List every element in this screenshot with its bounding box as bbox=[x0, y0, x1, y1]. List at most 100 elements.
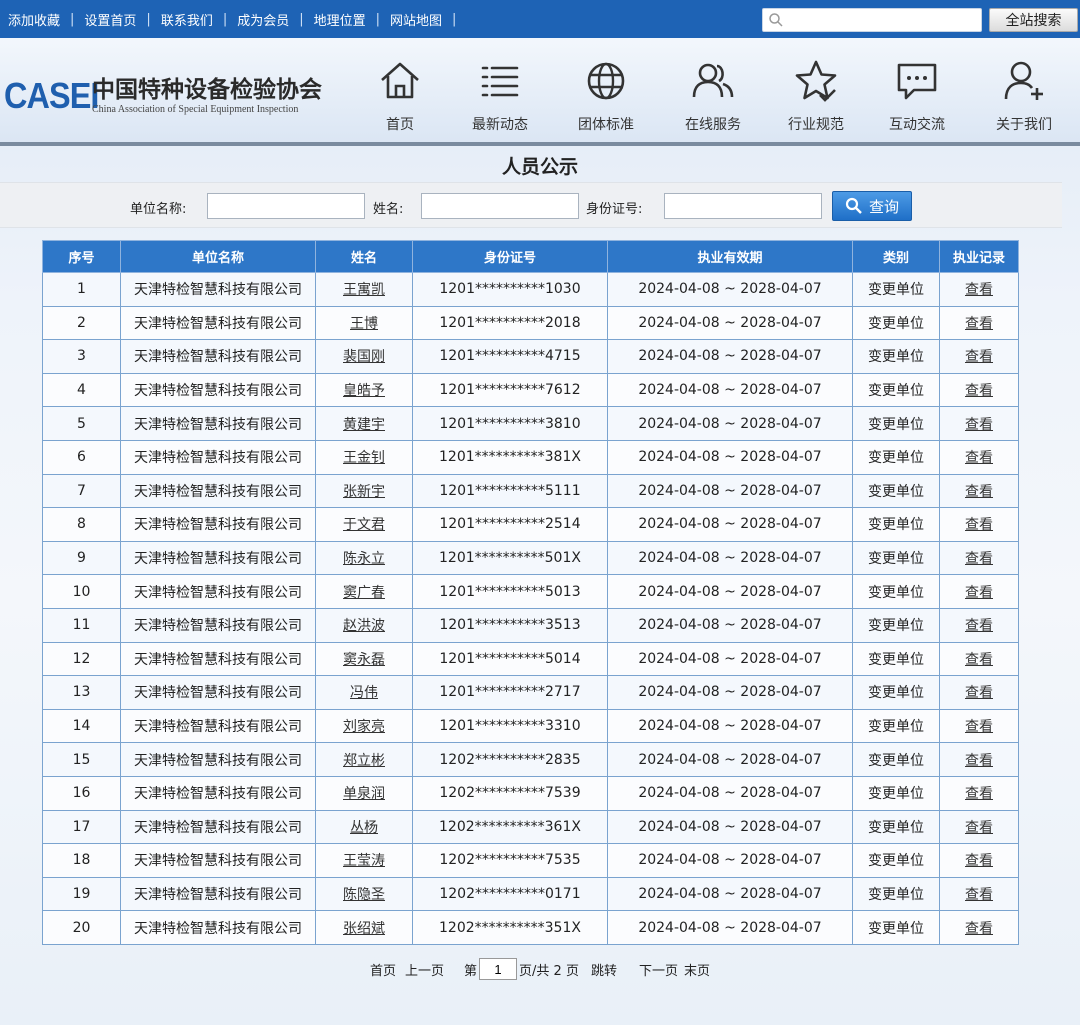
cell-id-number: 1201**********4715 bbox=[412, 339, 608, 374]
id-number-input[interactable] bbox=[664, 193, 822, 219]
cell-view-record: 查看 bbox=[939, 742, 1019, 777]
table-row: 8 天津特检智慧科技有限公司 于文君 1201**********2514 2024-0… bbox=[42, 507, 1019, 542]
cell-view-record-link[interactable]: 查看 bbox=[965, 921, 993, 937]
logo[interactable]: CASEI 中国特种设备检验协会 China Association of Sp… bbox=[4, 76, 322, 116]
cell-view-record-link[interactable]: 查看 bbox=[965, 685, 993, 701]
cell-name-link[interactable]: 裴国刚 bbox=[343, 349, 385, 365]
nav-item-industry-norms[interactable]: 行业规范 bbox=[766, 58, 866, 134]
cell-view-record-link[interactable]: 查看 bbox=[965, 316, 993, 332]
separator: | bbox=[70, 11, 75, 27]
cell-view-record-link[interactable]: 查看 bbox=[965, 719, 993, 735]
cell-view-record-link[interactable]: 查看 bbox=[965, 753, 993, 769]
cell-name-link[interactable]: 郑立彬 bbox=[343, 753, 385, 769]
cell-name-link[interactable]: 张绍斌 bbox=[343, 921, 385, 937]
cell-validity: 2024-04-08 ~ 2028-04-07 bbox=[607, 607, 853, 643]
header-no: 序号 bbox=[42, 240, 121, 273]
cell-id-number: 1201**********3513 bbox=[412, 607, 608, 643]
cell-view-record-link[interactable]: 查看 bbox=[965, 417, 993, 433]
cell-view-record-link[interactable]: 查看 bbox=[965, 820, 993, 836]
cell-view-record-link[interactable]: 查看 bbox=[965, 853, 993, 869]
cell-name: 陈永立 bbox=[315, 540, 413, 576]
cell-view-record: 查看 bbox=[939, 775, 1019, 811]
cell-id-number: 1202**********351X bbox=[412, 910, 608, 945]
cell-name-link[interactable]: 于文君 bbox=[343, 517, 385, 533]
cell-view-record-link[interactable]: 查看 bbox=[965, 551, 993, 567]
cell-validity: 2024-04-08 ~ 2028-04-07 bbox=[607, 439, 853, 475]
cell-name: 窦广春 bbox=[315, 574, 413, 609]
site-search-input[interactable] bbox=[787, 11, 977, 29]
cell-no: 17 bbox=[42, 809, 121, 845]
cell-view-record-link[interactable]: 查看 bbox=[965, 517, 993, 533]
nav-item-interaction[interactable]: 互动交流 bbox=[867, 58, 967, 134]
cell-name-link[interactable]: 王金钊 bbox=[343, 450, 385, 466]
site-header: CASEI 中国特种设备检验协会 China Association of Sp… bbox=[0, 38, 1080, 146]
cell-name-link[interactable]: 王博 bbox=[350, 316, 378, 332]
pager-prev[interactable]: 上一页 bbox=[405, 960, 444, 979]
cell-name-link[interactable]: 窦广春 bbox=[343, 585, 385, 601]
cell-name-link[interactable]: 丛杨 bbox=[350, 820, 378, 836]
cell-view-record-link[interactable]: 查看 bbox=[965, 887, 993, 903]
query-button[interactable]: 查询 bbox=[832, 191, 912, 221]
nav-item-about-us[interactable]: 关于我们 bbox=[974, 58, 1074, 134]
cell-view-record-link[interactable]: 查看 bbox=[965, 652, 993, 668]
cell-name-link[interactable]: 陈永立 bbox=[343, 551, 385, 567]
table-row: 6 天津特检智慧科技有限公司 王金钊 1201**********381X 2024-0… bbox=[42, 439, 1019, 475]
cell-view-record-link[interactable]: 查看 bbox=[965, 484, 993, 500]
table-row: 16 天津特检智慧科技有限公司 单泉润 1202**********7539 2024-… bbox=[42, 775, 1019, 811]
cell-name-link[interactable]: 皇皓予 bbox=[343, 383, 385, 399]
cell-name: 王寓凯 bbox=[315, 272, 413, 307]
cell-name-link[interactable]: 张新宇 bbox=[343, 484, 385, 500]
pager-goto[interactable]: 跳转 bbox=[591, 960, 617, 979]
cell-name-link[interactable]: 黄建宇 bbox=[343, 417, 385, 433]
nav-label: 团体标准 bbox=[578, 117, 634, 133]
name-input[interactable] bbox=[421, 193, 579, 219]
search-icon bbox=[845, 197, 862, 214]
table-row: 12 天津特检智慧科技有限公司 窦永磊 1201**********5014 2024-… bbox=[42, 641, 1019, 677]
site-search-box bbox=[762, 8, 982, 32]
cell-validity: 2024-04-08 ~ 2028-04-07 bbox=[607, 675, 853, 710]
cell-view-record-link[interactable]: 查看 bbox=[965, 585, 993, 601]
cell-view-record-link[interactable]: 查看 bbox=[965, 618, 993, 634]
cell-view-record-link[interactable]: 查看 bbox=[965, 349, 993, 365]
chat-icon bbox=[897, 63, 937, 100]
link-sitemap[interactable]: 网站地图 bbox=[390, 10, 442, 29]
cell-view-record-link[interactable]: 查看 bbox=[965, 786, 993, 802]
unit-name-input[interactable] bbox=[207, 193, 365, 219]
nav-item-online-service[interactable]: 在线服务 bbox=[663, 58, 763, 134]
link-become-member[interactable]: 成为会员 bbox=[237, 10, 289, 29]
star-icon bbox=[795, 60, 837, 102]
nav-item-home[interactable]: 首页 bbox=[350, 58, 450, 134]
pager-next[interactable]: 下一页 bbox=[639, 960, 678, 979]
table-row: 11 天津特检智慧科技有限公司 赵洪波 1201**********3513 2024-… bbox=[42, 607, 1019, 643]
link-set-homepage[interactable]: 设置首页 bbox=[84, 10, 136, 29]
nav-item-news[interactable]: 最新动态 bbox=[450, 58, 550, 134]
cell-unit-name: 天津特检智慧科技有限公司 bbox=[120, 372, 316, 408]
cell-validity: 2024-04-08 ~ 2028-04-07 bbox=[607, 372, 853, 408]
cell-view-record-link[interactable]: 查看 bbox=[965, 383, 993, 399]
cell-category: 变更单位 bbox=[852, 507, 940, 542]
nav-item-group-standards[interactable]: 团体标准 bbox=[556, 58, 656, 134]
id-number-label: 身份证号: bbox=[586, 202, 643, 217]
cell-name-link[interactable]: 陈隐圣 bbox=[343, 887, 385, 903]
cell-name-link[interactable]: 王莹涛 bbox=[343, 853, 385, 869]
link-location[interactable]: 地理位置 bbox=[314, 10, 366, 29]
page-number-input[interactable] bbox=[479, 958, 518, 980]
cell-view-record-link[interactable]: 查看 bbox=[965, 282, 993, 298]
site-search-button[interactable]: 全站搜索 bbox=[989, 8, 1078, 32]
separator: | bbox=[452, 11, 457, 27]
cell-no: 6 bbox=[42, 439, 121, 475]
nav-label: 首页 bbox=[386, 117, 414, 133]
cell-view-record-link[interactable]: 查看 bbox=[965, 450, 993, 466]
pager-last[interactable]: 末页 bbox=[684, 960, 710, 979]
link-add-favorite[interactable]: 添加收藏 bbox=[8, 10, 60, 29]
cell-validity: 2024-04-08 ~ 2028-04-07 bbox=[607, 876, 853, 912]
cell-name-link[interactable]: 王寓凯 bbox=[343, 282, 385, 298]
cell-name-link[interactable]: 刘家亮 bbox=[343, 719, 385, 735]
cell-name-link[interactable]: 窦永磊 bbox=[343, 652, 385, 668]
cell-name-link[interactable]: 赵洪波 bbox=[343, 618, 385, 634]
cell-name-link[interactable]: 单泉润 bbox=[343, 786, 385, 802]
cell-name-link[interactable]: 冯伟 bbox=[350, 685, 378, 701]
pager-first[interactable]: 首页 bbox=[370, 960, 396, 979]
cell-category: 变更单位 bbox=[852, 641, 940, 677]
link-contact-us[interactable]: 联系我们 bbox=[161, 10, 213, 29]
